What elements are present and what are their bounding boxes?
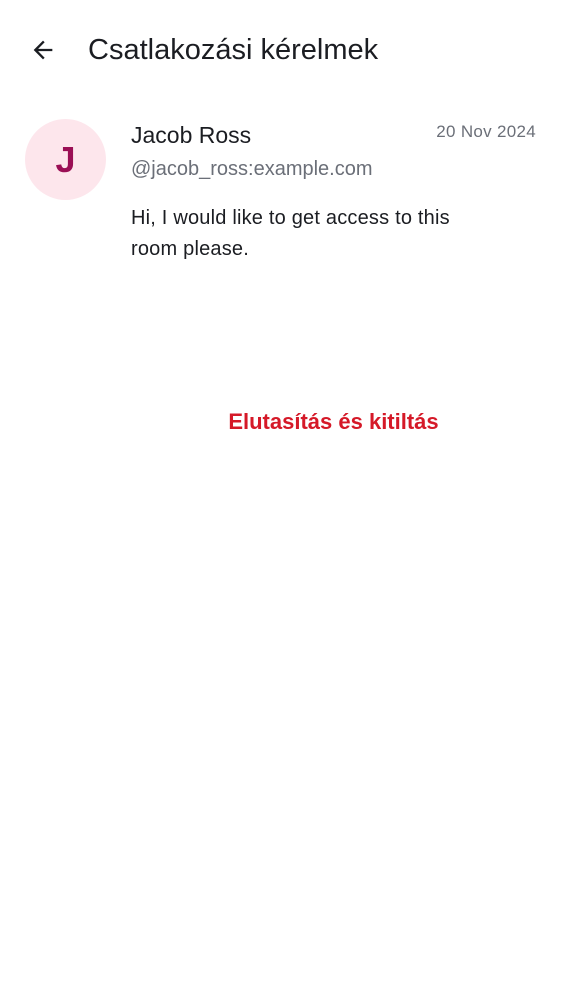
request-date: 20 Nov 2024 [436, 122, 536, 141]
avatar-initial: J [55, 139, 76, 180]
page-title: Csatlakozási kérelmek [88, 34, 379, 66]
avatar: J [25, 119, 106, 200]
decline-and-ban-button[interactable]: Elutasítás és kitiltás [131, 402, 536, 442]
user-display-name: Jacob Ross [131, 122, 252, 148]
top-app-bar: Csatlakozási kérelmek [0, 0, 562, 100]
request-message: Hi, I would like to get access to this r… [131, 207, 450, 260]
user-id: @jacob_ross:example.com [131, 158, 373, 180]
join-request-item: J Jacob Ross 20 Nov 2024 @jacob_ross:exa… [0, 100, 562, 434]
back-button[interactable] [20, 27, 66, 73]
arrow-left-icon [33, 40, 53, 60]
